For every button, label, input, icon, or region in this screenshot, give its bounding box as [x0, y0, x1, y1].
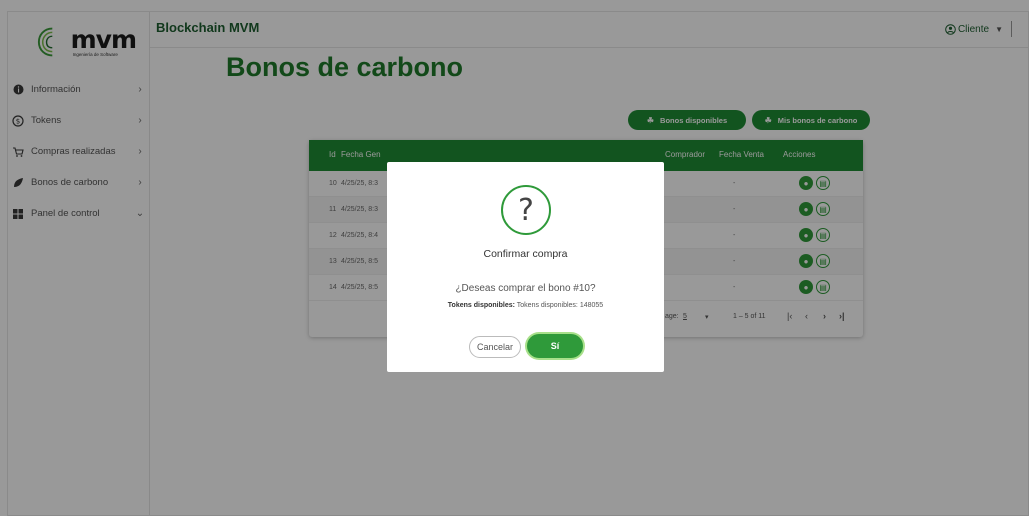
- tokens-value: Tokens disponibles: 148055: [516, 302, 604, 309]
- cancel-button[interactable]: Cancelar: [469, 336, 521, 358]
- confirm-dialog: ? Confirmar compra ¿Deseas comprar el bo…: [387, 162, 664, 372]
- dialog-message: ¿Deseas comprar el bono #10?: [455, 283, 596, 294]
- tokens-available: Tokens disponibles: Tokens disponibles: …: [387, 302, 664, 309]
- tokens-label: Tokens disponibles:: [447, 302, 515, 309]
- confirm-button[interactable]: Sí: [527, 334, 583, 358]
- dialog-title: Confirmar compra: [483, 248, 568, 260]
- question-icon: ?: [501, 185, 551, 235]
